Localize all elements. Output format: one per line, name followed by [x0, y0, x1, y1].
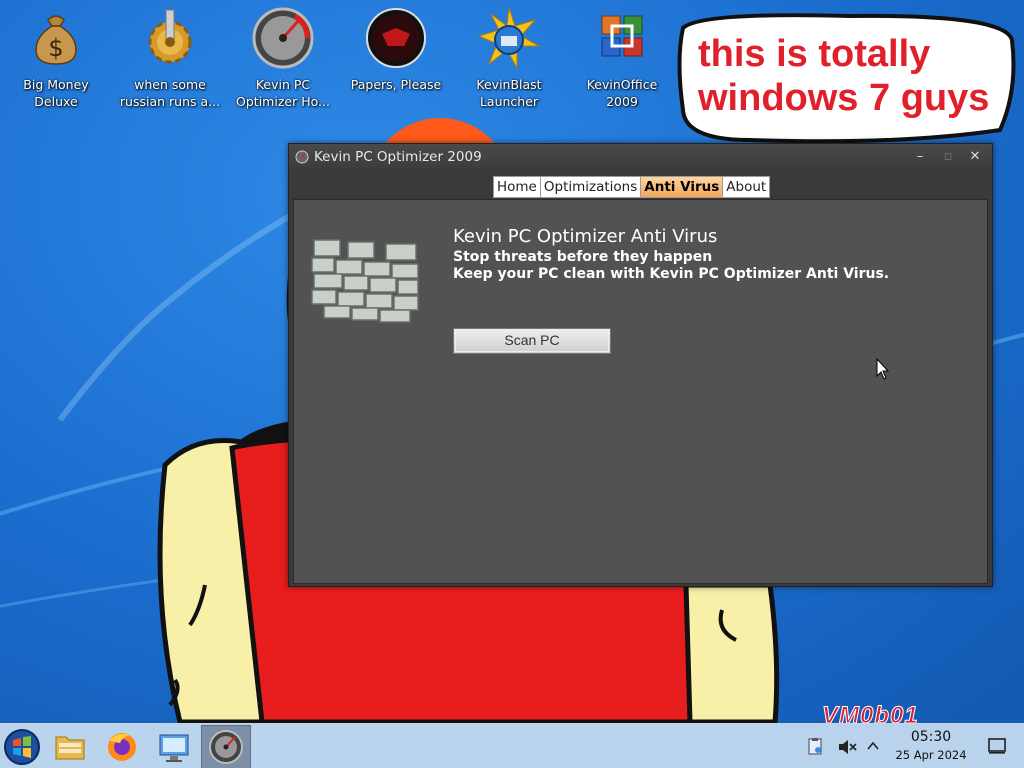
clock-date[interactable]: 25 Apr 2024 — [889, 748, 973, 762]
papers-please-icon — [366, 8, 426, 68]
tab-home[interactable]: Home — [493, 176, 540, 198]
money-bag-icon: $ — [35, 15, 77, 65]
desktop-icon-russian[interactable]: when some russian runs a... — [114, 6, 226, 110]
anti-virus-panel: Kevin PC Optimizer Anti Virus Stop threa… — [293, 199, 988, 584]
network-icon[interactable] — [154, 727, 194, 767]
start-orb-icon[interactable] — [2, 727, 42, 767]
desktop-icon-kevinblast[interactable]: KevinBlast Launcher — [453, 6, 565, 110]
maximize-button[interactable]: ▫ — [937, 147, 959, 167]
anti-virus-heading: Kevin PC Optimizer Anti Virus — [453, 226, 718, 247]
tab-about[interactable]: About — [722, 176, 771, 198]
firefox-icon[interactable] — [102, 727, 142, 767]
desktop-icon-label: when some russian runs a... — [119, 77, 221, 109]
desktop-icon-label: Kevin PC Optimizer Ho... — [236, 77, 330, 109]
mouse-cursor-icon — [876, 358, 890, 380]
desktop-icon-label: KevinBlast Launcher — [476, 77, 542, 109]
desktop: $ Big Money Deluxe when some russian run… — [0, 0, 1024, 768]
desktop-icon-label: KevinOffice 2009 — [586, 77, 658, 109]
svg-text:$: $ — [48, 34, 63, 62]
taskbar: 05:30 25 Apr 2024 — [0, 723, 1024, 768]
volume-muted-icon[interactable] — [837, 738, 857, 756]
file-manager-icon[interactable] — [50, 727, 90, 767]
desktop-icon-papers-please[interactable]: Papers, Please — [340, 6, 452, 93]
clipboard-tray-icon[interactable] — [806, 737, 824, 755]
close-button[interactable]: ✕ — [964, 147, 986, 167]
speech-bubble-text: this is totally windows 7 guys — [698, 33, 990, 119]
scan-pc-button[interactable]: Scan PC — [453, 328, 611, 354]
speedometer-icon — [295, 150, 309, 164]
desktop-icon-kevinoffice[interactable]: KevinOffice 2009 — [566, 6, 678, 110]
taskbar-item-kevin-optimizer[interactable] — [201, 725, 251, 768]
clock-time[interactable]: 05:30 — [895, 729, 967, 745]
desktop-icon-label: Papers, Please — [350, 77, 442, 92]
gear-icon — [148, 9, 192, 64]
window-titlebar[interactable]: Kevin PC Optimizer 2009 – ▫ ✕ — [289, 144, 992, 171]
desktop-icon-kevin-optimizer[interactable]: Kevin PC Optimizer Ho... — [227, 6, 339, 110]
desktop-icon-big-money[interactable]: $ Big Money Deluxe — [0, 6, 112, 110]
anti-virus-description: Keep your PC clean with Kevin PC Optimiz… — [453, 266, 890, 282]
chevron-up-icon[interactable] — [866, 740, 880, 752]
anti-virus-tagline: Stop threats before they happen — [453, 249, 713, 265]
firewall-icon — [311, 239, 419, 323]
kevinblast-icon — [477, 7, 541, 70]
desktop-icon-label: Big Money Deluxe — [23, 77, 89, 109]
speedometer-icon — [252, 7, 314, 69]
show-desktop-icon[interactable] — [988, 738, 1006, 754]
kevin-optimizer-icon — [209, 730, 243, 764]
tab-anti-virus[interactable]: Anti Virus — [640, 176, 723, 198]
office-icon — [601, 15, 643, 57]
tab-bar: Home Optimizations Anti Virus About — [493, 176, 771, 198]
window-title: Kevin PC Optimizer 2009 — [314, 149, 482, 165]
tab-optimizations[interactable]: Optimizations — [539, 176, 641, 198]
minimize-button[interactable]: – — [909, 147, 931, 167]
